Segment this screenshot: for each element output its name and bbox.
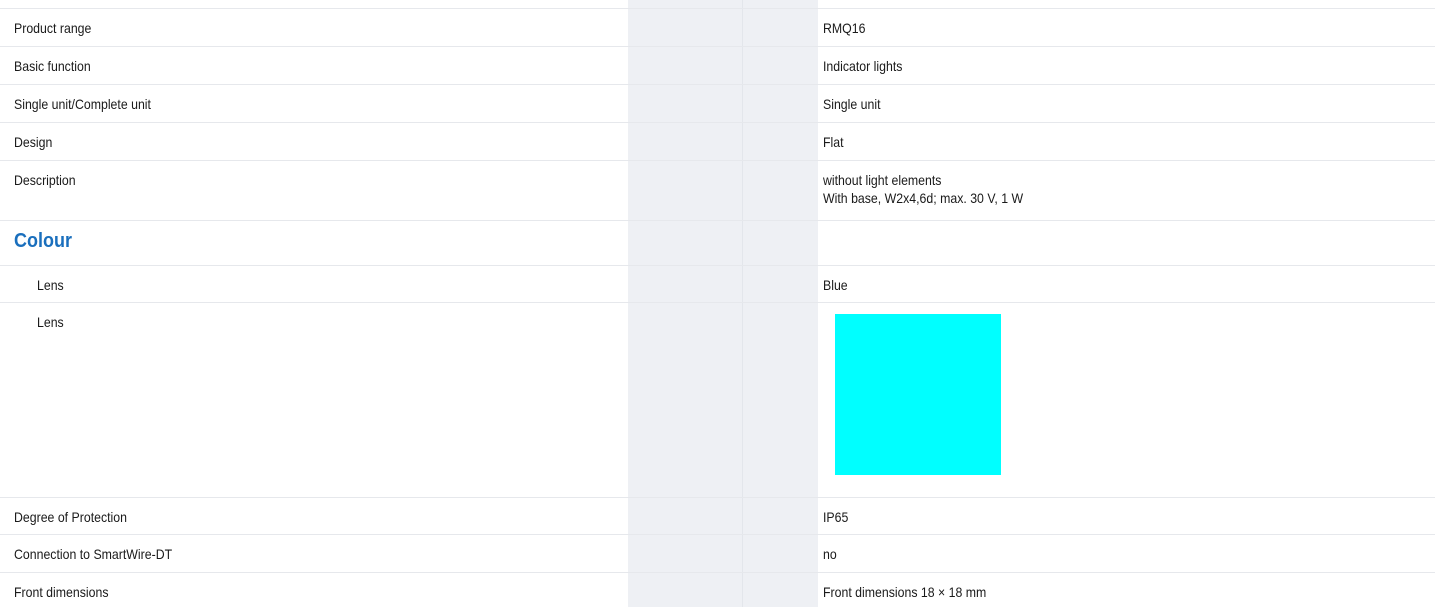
spec-value: Flat	[823, 134, 844, 150]
cut-off-section-heading	[0, 0, 200, 7]
spec-label: Degree of Protection	[14, 509, 127, 525]
spec-label: Single unit/Complete unit	[14, 96, 151, 112]
spec-row-single-unit: Single unit/Complete unit Single unit	[0, 84, 1435, 122]
spec-value-line: without light elements	[823, 172, 942, 188]
spec-label: Front dimensions	[14, 584, 109, 600]
spec-value: Single unit	[823, 96, 881, 112]
spec-row-degree-of-protection: Degree of Protection IP65	[0, 497, 1435, 534]
spec-label: Lens	[37, 314, 64, 330]
spec-row-description: Description without light elements With …	[0, 160, 1435, 220]
spec-value-line: With base, W2x4,6d; max. 30 V, 1 W	[823, 190, 1024, 206]
spec-row-lens-swatch: Lens	[0, 302, 1435, 497]
spec-row-smartwire: Connection to SmartWire-DT no	[0, 534, 1435, 572]
spec-label: Basic function	[14, 58, 91, 74]
spec-value-multiline: without light elements With base, W2x4,6…	[823, 171, 1023, 207]
spec-value: Indicator lights	[823, 58, 903, 74]
spec-row-lens: Lens Blue	[0, 265, 1435, 302]
product-spec-sheet: Product range RMQ16 Basic function Indic…	[0, 0, 1435, 607]
spec-table: Product range RMQ16 Basic function Indic…	[0, 8, 1435, 610]
spec-value: Front dimensions 18 × 18 mm	[823, 584, 987, 600]
spec-label: Product range	[14, 20, 92, 36]
spec-row-front-dimensions: Front dimensions Front dimensions 18 × 1…	[0, 572, 1435, 610]
lens-color-swatch	[835, 314, 1001, 475]
spec-row-product-range: Product range RMQ16	[0, 8, 1435, 46]
spec-label: Design	[14, 134, 53, 150]
spec-label: Lens	[37, 277, 64, 293]
spec-value: RMQ16	[823, 20, 866, 36]
spec-label: Connection to SmartWire-DT	[14, 546, 173, 562]
spec-value: no	[823, 546, 837, 562]
section-title: Colour	[14, 230, 72, 252]
spec-row-basic-function: Basic function Indicator lights	[0, 46, 1435, 84]
spec-value: IP65	[823, 509, 849, 525]
spec-row-design: Design Flat	[0, 122, 1435, 160]
section-row-colour: Colour	[0, 220, 1435, 265]
spec-label: Description	[14, 172, 76, 188]
spec-value: Blue	[823, 277, 848, 293]
